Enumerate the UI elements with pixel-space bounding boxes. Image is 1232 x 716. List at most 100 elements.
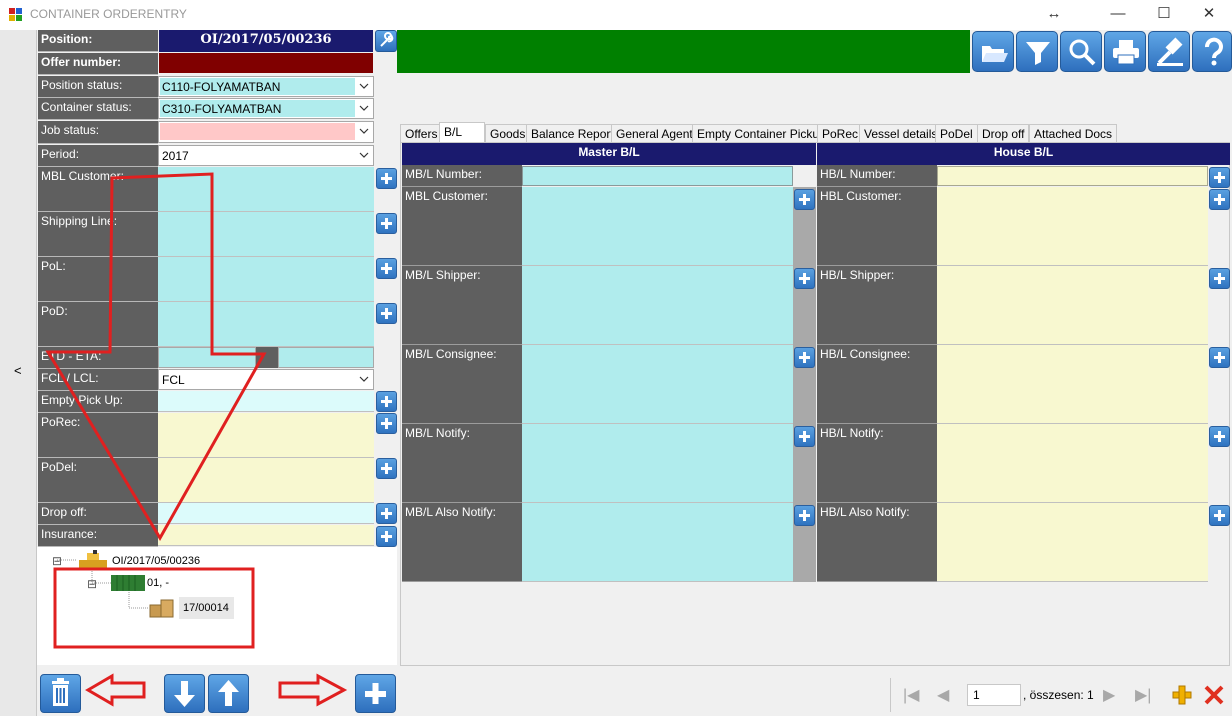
tab-empty-container-pickup[interactable]: Empty Container Pickup — [692, 124, 831, 143]
move-down-button[interactable] — [164, 674, 205, 713]
chevron-down-icon[interactable] — [358, 124, 370, 138]
search-button[interactable] — [1060, 31, 1102, 72]
add-empty-pickup-button[interactable] — [376, 391, 397, 412]
house-customer-field[interactable] — [937, 187, 1208, 266]
add-house-notify-button[interactable] — [1209, 426, 1230, 447]
add-master-notify-button[interactable] — [794, 426, 815, 447]
position-number: OI/2017/05/00236 — [159, 30, 373, 52]
add-house-consignee-button[interactable] — [1209, 347, 1230, 368]
add-master-customer-button[interactable] — [794, 189, 815, 210]
collapse-panel-strip[interactable]: < — [0, 30, 37, 716]
tab-attached-docs[interactable]: Attached Docs — [1029, 124, 1118, 143]
open-folder-button[interactable] — [972, 31, 1014, 72]
add-master-also-notify-button[interactable] — [794, 505, 815, 526]
mbl-number-field[interactable] — [522, 166, 793, 186]
podel-label: PoDel: — [38, 458, 158, 503]
add-drop-off-button[interactable] — [376, 503, 397, 524]
drop-off-field[interactable] — [158, 503, 374, 524]
house-shipper-field[interactable] — [937, 266, 1208, 345]
resize-icon[interactable]: ↔ — [1031, 0, 1077, 30]
delete-record-icon[interactable] — [1203, 684, 1225, 706]
delete-button[interactable] — [40, 674, 81, 713]
insurance-field[interactable] — [158, 525, 374, 546]
wrench-icon[interactable] — [375, 30, 397, 52]
tab-drop-off[interactable]: Drop off — [977, 124, 1030, 143]
chevron-down-icon[interactable] — [358, 148, 370, 162]
tab-podel[interactable]: PoDel — [935, 124, 978, 143]
pod-field[interactable] — [158, 302, 374, 347]
page-input[interactable]: 1 — [967, 684, 1021, 706]
position-label: Position: — [38, 30, 158, 52]
house-consignee-field[interactable] — [937, 345, 1208, 424]
add-button[interactable] — [355, 674, 396, 713]
collapse-container-icon[interactable]: ⊟ — [87, 577, 97, 591]
last-record-icon[interactable]: ▶| — [1135, 685, 1151, 705]
maximize-button[interactable]: ☐ — [1141, 0, 1187, 30]
master-notify-label: MB/L Notify: — [402, 424, 522, 503]
podel-field[interactable] — [158, 458, 374, 503]
master-also-notify-field[interactable] — [522, 503, 793, 582]
help-button[interactable] — [1192, 31, 1232, 72]
house-notify-field[interactable] — [937, 424, 1208, 503]
pol-field[interactable] — [158, 257, 374, 302]
etd-field[interactable] — [158, 347, 256, 368]
master-shipper-field[interactable] — [522, 266, 793, 345]
minimize-button[interactable]: — — [1095, 0, 1141, 30]
add-master-shipper-button[interactable] — [794, 268, 815, 289]
position-tree[interactable]: ⊟ OI/2017/05/00236 ⊟ 01, - 17/00014 — [37, 547, 397, 665]
tree-item-label[interactable]: 17/00014 — [183, 602, 229, 614]
eta-field[interactable] — [278, 347, 374, 368]
first-record-icon[interactable]: |◀ — [903, 685, 919, 705]
position-status-select[interactable]: C110-FOLYAMATBAN — [158, 76, 374, 97]
collapse-arrow-icon[interactable]: < — [14, 363, 22, 378]
add-hbl-number-button[interactable] — [1209, 167, 1230, 188]
offer-number-field[interactable] — [159, 53, 373, 73]
tab-goods[interactable]: Goods — [485, 124, 531, 143]
add-podel-button[interactable] — [376, 458, 397, 479]
master-customer-field[interactable] — [522, 187, 793, 266]
add-house-customer-button[interactable] — [1209, 189, 1230, 210]
add-porec-button[interactable] — [376, 413, 397, 434]
add-pod-button[interactable] — [376, 303, 397, 324]
tree-root-label[interactable]: OI/2017/05/00236 — [112, 555, 200, 567]
job-status-select[interactable] — [158, 121, 374, 143]
porec-field[interactable] — [158, 413, 374, 458]
add-insurance-button[interactable] — [376, 526, 397, 547]
add-house-also-notify-button[interactable] — [1209, 505, 1230, 526]
tab-bl[interactable]: B/L — [439, 122, 485, 143]
tab-porec[interactable]: PoRec — [817, 124, 864, 143]
add-pol-button[interactable] — [376, 258, 397, 279]
tab-balance-report[interactable]: Balance Report — [526, 124, 619, 143]
shipping-line-field[interactable] — [158, 212, 374, 257]
tree-container-label[interactable]: 01, - — [147, 577, 169, 589]
chevron-down-icon[interactable] — [358, 372, 370, 386]
chevron-down-icon[interactable] — [358, 79, 370, 93]
print-button[interactable] — [1104, 31, 1146, 72]
tab-vessel-details[interactable]: Vessel details — [859, 124, 943, 143]
master-consignee-field[interactable] — [522, 345, 793, 424]
period-select[interactable]: 2017 — [158, 145, 374, 166]
chevron-down-icon[interactable] — [358, 101, 370, 115]
previous-record-icon[interactable]: ◀ — [937, 685, 949, 705]
master-notify-field[interactable] — [522, 424, 793, 503]
collapse-root-icon[interactable]: ⊟ — [52, 554, 62, 568]
hbl-number-field[interactable] — [937, 166, 1208, 186]
add-mbl-customer-button[interactable] — [376, 168, 397, 189]
tab-offers[interactable]: Offers — [400, 124, 443, 143]
house-also-notify-field[interactable] — [937, 503, 1208, 582]
fcl-lcl-select[interactable]: FCL — [158, 369, 374, 390]
add-house-shipper-button[interactable] — [1209, 268, 1230, 289]
gavel-button[interactable] — [1148, 31, 1190, 72]
next-record-icon[interactable]: ▶ — [1103, 685, 1115, 705]
house-consignee-label: HB/L Consignee: — [817, 345, 937, 424]
tab-general-agent[interactable]: General Agent — [611, 124, 698, 143]
mbl-customer-field[interactable] — [158, 167, 374, 212]
container-status-select[interactable]: C310-FOLYAMATBAN — [158, 98, 374, 119]
add-shipping-line-button[interactable] — [376, 213, 397, 234]
empty-pickup-field[interactable] — [158, 391, 374, 412]
add-master-consignee-button[interactable] — [794, 347, 815, 368]
close-button[interactable]: ✕ — [1186, 0, 1232, 30]
add-record-icon[interactable] — [1171, 684, 1193, 706]
filter-button[interactable] — [1016, 31, 1058, 72]
move-up-button[interactable] — [208, 674, 249, 713]
